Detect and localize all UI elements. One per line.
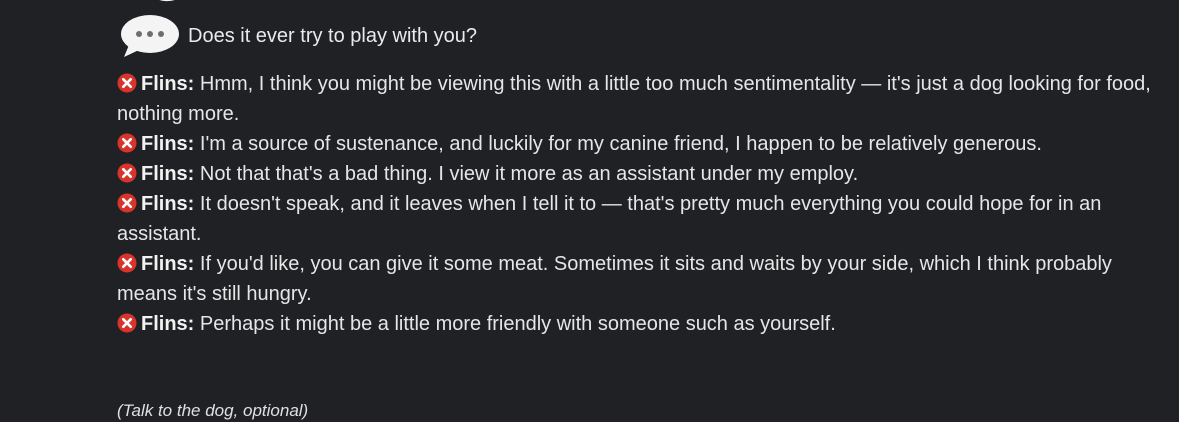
dialogue-list: Flins: Hmm, I think you might be viewing… [117, 69, 1157, 339]
speaker-name: Flins: [141, 313, 195, 335]
dialogue-line: Flins: Perhaps it might be a little more… [117, 309, 1157, 339]
close-icon [117, 193, 137, 213]
choice-text: Does it ever try to play with you? [188, 25, 478, 47]
dialogue-text: If you'd like, you can give it some meat… [117, 253, 1112, 305]
close-icon [117, 133, 137, 153]
dialogue-text: Hmm, I think you might be viewing this w… [117, 73, 1151, 125]
dialogue-choice[interactable]: Does it ever try to play with you? [117, 11, 477, 61]
close-icon [117, 313, 137, 333]
dialogue-text: I'm a source of sustenance, and luckily … [199, 133, 1042, 155]
speaker-name: Flins: [141, 163, 195, 185]
dialogue-line: Flins: Hmm, I think you might be viewing… [117, 69, 1157, 129]
dialogue-line: Flins: Not that that's a bad thing. I vi… [117, 159, 1157, 189]
dialogue-line: Flins: It doesn't speak, and it leaves w… [117, 189, 1157, 249]
dialogue-line: Flins: I'm a source of sustenance, and l… [117, 129, 1157, 159]
dialogue-page: Does it ever try to play with you? Flins… [0, 0, 1179, 420]
speaker-name: Flins: [141, 73, 195, 95]
speaker-name: Flins: [141, 193, 195, 215]
speaker-name: Flins: [141, 253, 195, 275]
close-icon [117, 253, 137, 273]
speaker-name: Flins: [141, 133, 195, 155]
speech-bubble-icon [121, 15, 179, 57]
dialogue-text: Not that that's a bad thing. I view it m… [199, 163, 859, 185]
dialogue-line: Flins: If you'd like, you can give it so… [117, 249, 1157, 309]
previous-icon-fragment [159, 0, 175, 2]
close-icon [117, 163, 137, 183]
close-icon [117, 73, 137, 93]
dialogue-text: Perhaps it might be a little more friend… [199, 313, 836, 335]
dialogue-text: It doesn't speak, and it leaves when I t… [117, 193, 1102, 245]
